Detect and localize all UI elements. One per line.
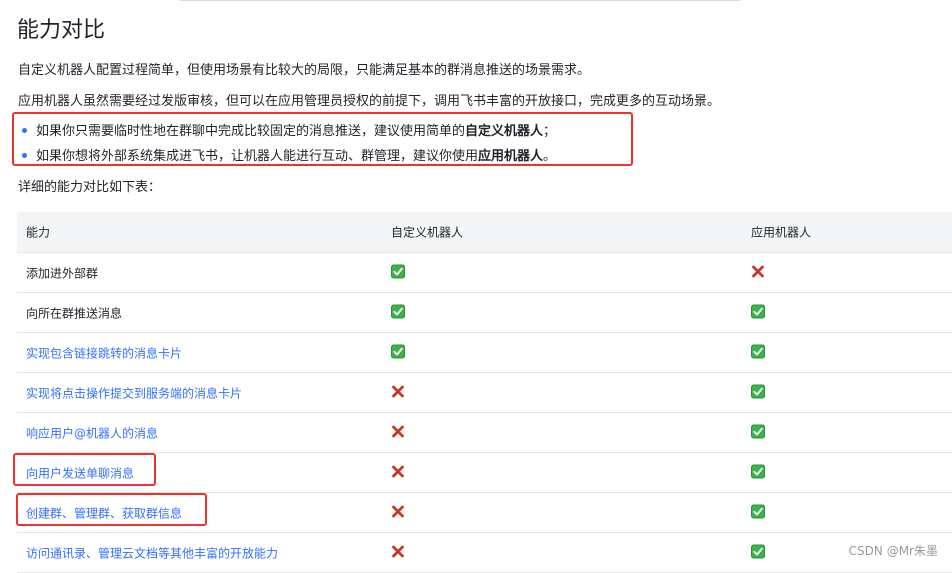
page-title: 能力对比 xyxy=(17,18,106,43)
recommendation-item: 如果你想将外部系统集成进飞书，让机器人能进行互动、群管理，建议你使用应用机器人。 xyxy=(22,145,556,164)
table-row: 实现包含链接跳转的消息卡片 xyxy=(17,333,952,373)
recommendation-bold: 自定义机器人 xyxy=(465,124,544,139)
capability-cell: 向所在群推送消息 xyxy=(26,306,123,320)
green-check-icon xyxy=(751,464,765,481)
red-cross-icon xyxy=(391,544,405,561)
capability-cell[interactable]: 实现将点击操作提交到服务端的消息卡片 xyxy=(26,384,242,401)
header-app-bot: 应用机器人 xyxy=(751,225,812,240)
recommendation-tail: ； xyxy=(543,124,557,139)
capability-cell[interactable]: 响应用户@机器人的消息 xyxy=(26,424,158,441)
recommendation-item: 如果你只需要临时性地在群聊中完成比较固定的消息推送，建议使用简单的自定义机器人； xyxy=(22,120,556,139)
recommendation-tail: 。 xyxy=(543,149,557,164)
green-check-icon xyxy=(391,264,405,281)
green-check-icon xyxy=(751,504,765,521)
table-row: 实现将点击操作提交到服务端的消息卡片 xyxy=(17,373,952,413)
green-check-icon xyxy=(751,544,765,561)
recommendation-text: 如果你想将外部系统集成进飞书，让机器人能进行互动、群管理，建议你使用 xyxy=(36,149,479,164)
detail-intro: 详细的能力对比如下表： xyxy=(18,180,162,195)
header-custom-bot: 自定义机器人 xyxy=(391,225,464,240)
intro-paragraph-1: 自定义机器人配置过程简单，但使用场景有比较大的局限，只能满足基本的群消息推送的场… xyxy=(18,63,591,78)
green-check-icon xyxy=(751,424,765,441)
table-row: 向用户发送单聊消息 xyxy=(17,453,952,493)
green-check-icon xyxy=(751,344,765,361)
green-check-icon xyxy=(751,304,765,321)
top-divider xyxy=(180,0,740,1)
recommendation-text: 如果你只需要临时性地在群聊中完成比较固定的消息推送，建议使用简单的 xyxy=(36,124,466,139)
highlight-box xyxy=(16,493,207,526)
recommendation-bold: 应用机器人 xyxy=(478,149,544,164)
green-check-icon xyxy=(391,344,405,361)
table-row: 向所在群推送消息 xyxy=(17,293,952,333)
intro-paragraph-2: 应用机器人虽然需要经过发版审核，但可以在应用管理员授权的前提下，调用飞书丰富的开… xyxy=(18,94,721,109)
highlight-box xyxy=(13,453,156,486)
red-cross-icon xyxy=(391,504,405,521)
table-row: 响应用户@机器人的消息 xyxy=(17,413,952,453)
bullet-dot-icon xyxy=(22,153,27,158)
capability-cell: 添加进外部群 xyxy=(26,266,99,280)
red-cross-icon xyxy=(391,424,405,441)
red-cross-icon xyxy=(391,384,405,401)
capability-cell[interactable]: 实现包含链接跳转的消息卡片 xyxy=(26,344,182,361)
red-cross-icon xyxy=(751,264,765,281)
table-row: 访问通讯录、管理云文档等其他丰富的开放能力 xyxy=(17,533,952,573)
bullet-dot-icon xyxy=(22,128,27,133)
capability-cell[interactable]: 访问通讯录、管理云文档等其他丰富的开放能力 xyxy=(26,544,278,561)
watermark: CSDN @Mr朱墨 xyxy=(848,544,938,558)
red-cross-icon xyxy=(391,464,405,481)
table-header: 能力 自定义机器人 应用机器人 xyxy=(17,212,952,253)
green-check-icon xyxy=(751,384,765,401)
highlighted-recommendations: 如果你只需要临时性地在群聊中完成比较固定的消息推送，建议使用简单的自定义机器人；… xyxy=(12,112,633,166)
table-row: 添加进外部群 xyxy=(17,253,952,293)
header-capability: 能力 xyxy=(26,225,51,240)
green-check-icon xyxy=(391,304,405,321)
